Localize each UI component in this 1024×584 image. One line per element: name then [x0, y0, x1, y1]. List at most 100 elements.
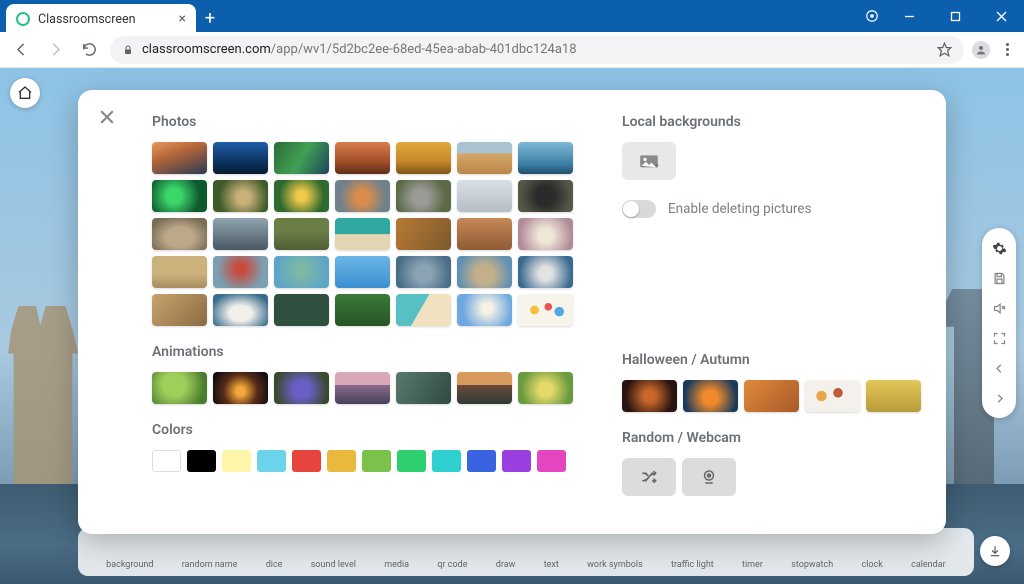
bg-thumb-autumn-forest[interactable] — [396, 218, 451, 250]
color-swatch[interactable] — [537, 450, 566, 472]
browser-menu-button[interactable] — [998, 43, 1016, 56]
bg-thumb-moon[interactable] — [457, 294, 512, 326]
widget-sound-level[interactable]: sound level — [311, 560, 356, 570]
settings-icon[interactable] — [985, 234, 1013, 262]
bg-thumb-open-book[interactable] — [213, 294, 268, 326]
bg-thumb-pumpkin[interactable] — [683, 380, 738, 412]
color-swatch[interactable] — [187, 450, 216, 472]
bg-thumb-koala[interactable] — [396, 180, 451, 212]
bg-thumb-pyramids[interactable] — [152, 256, 207, 288]
window-minimize-button[interactable] — [886, 0, 932, 32]
bg-thumb-tropical-sunset[interactable] — [457, 372, 512, 404]
bg-thumb-brandenburg[interactable] — [457, 256, 512, 288]
color-swatch[interactable] — [292, 450, 321, 472]
bg-thumb-blue-mountain[interactable] — [213, 142, 268, 174]
bg-thumb-parrot[interactable] — [152, 180, 207, 212]
bg-thumb-petra[interactable] — [457, 218, 512, 250]
widget-background[interactable]: background — [106, 560, 153, 570]
bg-thumb-blue-sky[interactable] — [335, 256, 390, 288]
bg-thumb-music-vintage[interactable] — [152, 294, 207, 326]
bg-thumb-beach-top[interactable] — [396, 294, 451, 326]
address-bar[interactable]: classroomscreen.com/app/wv1/5d2bc2ee-68e… — [110, 36, 964, 64]
random-button[interactable] — [622, 458, 676, 496]
next-screen-icon[interactable] — [985, 384, 1013, 412]
color-swatch[interactable] — [432, 450, 461, 472]
bg-thumb-statue-liberty[interactable] — [274, 256, 329, 288]
color-swatch[interactable] — [397, 450, 426, 472]
widget-media[interactable]: media — [384, 560, 409, 570]
widget-dice[interactable]: dice — [266, 560, 283, 570]
bg-thumb-green-leaves[interactable] — [152, 372, 207, 404]
bg-thumb-balloons[interactable] — [518, 294, 573, 326]
bg-thumb-fox[interactable] — [335, 180, 390, 212]
bg-thumb-pyramid-mexico[interactable] — [274, 218, 329, 250]
bg-thumb-golden-gate[interactable] — [213, 256, 268, 288]
mute-icon[interactable] — [985, 294, 1013, 322]
bg-thumb-campfire[interactable] — [213, 372, 268, 404]
prev-screen-icon[interactable] — [985, 354, 1013, 382]
color-swatch[interactable] — [152, 450, 181, 472]
tab-close-icon[interactable]: × — [179, 11, 186, 27]
bg-thumb-grass[interactable] — [335, 294, 390, 326]
home-button[interactable] — [10, 78, 40, 108]
fullscreen-icon[interactable] — [985, 324, 1013, 352]
bg-thumb-waterfall[interactable] — [396, 372, 451, 404]
widget-traffic-light[interactable]: traffic light — [671, 560, 714, 570]
bg-thumb-halloween-street[interactable] — [622, 380, 677, 412]
bg-thumb-sydney[interactable] — [518, 256, 573, 288]
bg-thumb-panther[interactable] — [518, 180, 573, 212]
bg-thumb-leaves-white[interactable] — [805, 380, 860, 412]
bg-thumb-taj-mahal[interactable] — [518, 218, 573, 250]
widget-timer[interactable]: timer — [742, 560, 763, 570]
bg-thumb-golden-coast[interactable] — [396, 142, 451, 174]
widget-qr-code[interactable]: qr code — [437, 560, 467, 570]
widget-clock[interactable]: clock — [861, 560, 882, 570]
bg-thumb-leaf-macro[interactable] — [744, 380, 799, 412]
widget-work-symbols[interactable]: work symbols — [587, 560, 643, 570]
download-button[interactable] — [980, 536, 1010, 566]
bg-thumb-tower-bridge[interactable] — [396, 256, 451, 288]
bg-thumb-green-cliff[interactable] — [274, 142, 329, 174]
bg-thumb-beach[interactable] — [335, 218, 390, 250]
bg-thumb-mountain-sunset[interactable] — [152, 142, 207, 174]
color-swatch[interactable] — [222, 450, 251, 472]
bg-thumb-bluebells[interactable] — [274, 372, 329, 404]
widget-random-name[interactable]: random name — [182, 560, 238, 570]
forward-button[interactable] — [42, 37, 68, 63]
widget-text[interactable]: text — [544, 560, 559, 570]
window-maximize-button[interactable] — [932, 0, 978, 32]
bg-thumb-butterfly[interactable] — [274, 180, 329, 212]
bg-thumb-canyon[interactable] — [335, 142, 390, 174]
delete-toggle[interactable] — [622, 200, 656, 218]
bg-thumb-iceberg[interactable] — [518, 142, 573, 174]
webcam-button[interactable] — [682, 458, 736, 496]
color-swatch[interactable] — [327, 450, 356, 472]
widget-draw[interactable]: draw — [496, 560, 516, 570]
color-swatch[interactable] — [362, 450, 391, 472]
bg-thumb-chalkboard[interactable] — [274, 294, 329, 326]
profile-avatar[interactable] — [972, 41, 990, 59]
bg-thumb-spring-field[interactable] — [518, 372, 573, 404]
bg-thumb-desert[interactable] — [457, 142, 512, 174]
new-tab-button[interactable]: + — [196, 4, 224, 32]
widget-stopwatch[interactable]: stopwatch — [791, 560, 833, 570]
identity-icon[interactable] — [858, 0, 886, 32]
window-close-button[interactable] — [978, 0, 1024, 32]
reload-button[interactable] — [76, 37, 102, 63]
bg-thumb-colosseum[interactable] — [152, 218, 207, 250]
back-button[interactable] — [8, 37, 34, 63]
bg-thumb-yellow-field[interactable] — [866, 380, 921, 412]
bg-thumb-lighthouse[interactable] — [335, 372, 390, 404]
color-swatch[interactable] — [257, 450, 286, 472]
bg-thumb-mountain-gray[interactable] — [213, 218, 268, 250]
color-swatch[interactable] — [502, 450, 531, 472]
bg-thumb-birds[interactable] — [457, 180, 512, 212]
upload-local-button[interactable]: + — [622, 142, 676, 180]
bg-thumb-squirrel[interactable] — [213, 180, 268, 212]
browser-tab[interactable]: Classroomscreen × — [6, 4, 196, 34]
color-swatch[interactable] — [467, 450, 496, 472]
star-icon[interactable] — [937, 42, 952, 57]
save-icon[interactable] — [985, 264, 1013, 292]
widget-calendar[interactable]: calendar — [911, 560, 946, 570]
close-modal-button[interactable] — [94, 104, 120, 130]
